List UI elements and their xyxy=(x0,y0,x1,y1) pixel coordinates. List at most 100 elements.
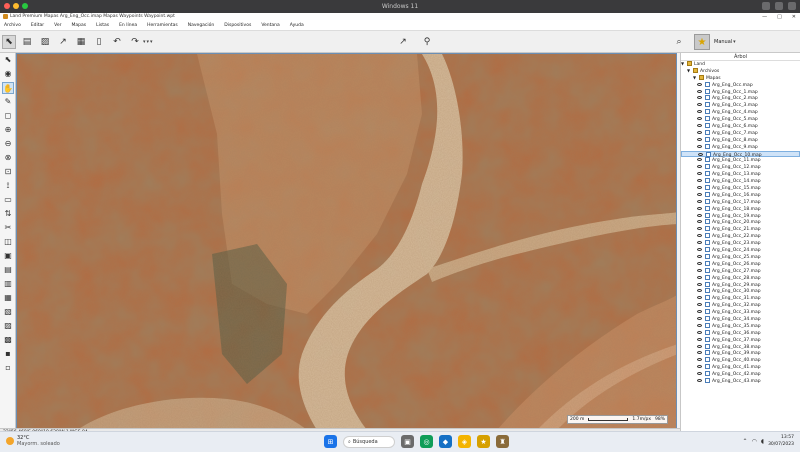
menu-item-herramientas[interactable]: Herramientas xyxy=(147,23,178,28)
eye-icon[interactable] xyxy=(697,179,702,183)
eye-icon[interactable] xyxy=(697,82,702,86)
eye-icon[interactable] xyxy=(697,316,702,320)
eye-icon[interactable] xyxy=(697,303,702,307)
navigate-icon[interactable]: ↗ xyxy=(396,35,410,49)
eye-icon[interactable] xyxy=(697,296,702,300)
eye-icon[interactable] xyxy=(697,234,702,238)
eye-icon[interactable] xyxy=(697,213,702,217)
vm-share-icon[interactable] xyxy=(762,2,770,10)
eye-icon[interactable] xyxy=(697,310,702,314)
tree-map-item[interactable]: Arg_Eng_Occ_31.map xyxy=(681,295,800,302)
eye-icon[interactable] xyxy=(697,130,702,134)
vm-settings-icon[interactable] xyxy=(775,2,783,10)
tree-map-item[interactable]: Arg_Eng_Occ_37.map xyxy=(681,336,800,344)
menu-item-listas[interactable]: Listas xyxy=(96,23,109,28)
tree-mapas[interactable]: ▼ Mapas xyxy=(681,74,800,82)
eye-icon[interactable] xyxy=(697,220,702,224)
tree-map-item[interactable]: Arg_Eng_Occ_43.map xyxy=(681,377,800,385)
maximize-button[interactable]: □ xyxy=(777,13,782,21)
zoom-dot[interactable] xyxy=(22,3,28,9)
eye-icon[interactable] xyxy=(697,89,702,93)
eye-icon[interactable] xyxy=(697,117,702,121)
eye-icon[interactable] xyxy=(698,152,703,156)
left-tool-8-icon[interactable]: ⊡ xyxy=(2,166,14,178)
left-tool-10-icon[interactable]: ▭ xyxy=(2,194,14,206)
eye-icon[interactable] xyxy=(697,158,702,162)
tree-map-item[interactable]: Arg_Eng_Occ_1.map xyxy=(681,88,800,96)
eye-icon[interactable] xyxy=(697,137,702,141)
tree-map-item[interactable]: Arg_Eng_Occ_36.map xyxy=(681,329,800,337)
tree-map-item[interactable]: Arg_Eng_Occ_39.map xyxy=(681,350,800,357)
tree-map-item[interactable]: Arg_Eng_Occ_19.map xyxy=(681,212,800,220)
tree-map-item[interactable]: Arg_Eng_Occ_13.map xyxy=(681,171,800,178)
tree-map-item[interactable]: Arg_Eng_Occ_30.map xyxy=(681,288,800,295)
tree-map-item[interactable]: Arg_Eng_Occ_24.map xyxy=(681,247,800,254)
taskbar-app-1-icon[interactable]: ▣ xyxy=(401,435,414,448)
left-tool-15-icon[interactable]: ▤ xyxy=(2,264,14,276)
taskbar-app-2-icon[interactable]: ◎ xyxy=(420,435,433,448)
left-tool-9-icon[interactable]: ⟟ xyxy=(2,180,14,192)
tree-map-item[interactable]: Arg_Eng_Occ_2.map xyxy=(681,95,800,102)
wifi-icon[interactable]: ◠ xyxy=(752,438,757,445)
eye-icon[interactable] xyxy=(697,124,702,128)
eye-icon[interactable] xyxy=(697,186,702,190)
tree-map-item[interactable]: Arg_Eng_Occ_29.map xyxy=(681,281,800,289)
eye-icon[interactable] xyxy=(697,282,702,286)
tree-map-item[interactable]: Arg_Eng_Occ_16.map xyxy=(681,191,800,199)
taskbar-app-3-icon[interactable]: ◆ xyxy=(439,435,452,448)
tree-map-item[interactable]: Arg_Eng_Occ_25.map xyxy=(681,253,800,261)
tree-map-item[interactable]: Arg_Eng_Occ_32.map xyxy=(681,302,800,309)
close-button[interactable]: ✕ xyxy=(792,13,796,21)
taskbar-app-5-icon[interactable]: ★ xyxy=(477,435,490,448)
left-tool-18-icon[interactable]: ▧ xyxy=(2,306,14,318)
left-tool-19-icon[interactable]: ▨ xyxy=(2,320,14,332)
eye-icon[interactable] xyxy=(697,192,702,196)
menu-item-navegación[interactable]: Navegación xyxy=(188,23,215,28)
battery-icon[interactable]: ▯ xyxy=(92,35,106,49)
tree-map-item[interactable]: Arg_Eng_Occ_38.map xyxy=(681,343,800,351)
eye-icon[interactable] xyxy=(697,372,702,376)
tree-map-item[interactable]: Arg_Eng_Occ.map xyxy=(681,81,800,89)
route-icon[interactable]: ↗ xyxy=(56,35,70,49)
eye-icon[interactable] xyxy=(697,199,702,203)
left-tool-20-icon[interactable]: ▩ xyxy=(2,334,14,346)
menu-item-dispositivos[interactable]: Dispositivos xyxy=(224,23,251,28)
eye-icon[interactable] xyxy=(697,289,702,293)
chevron-down-icon[interactable]: ▾ xyxy=(143,39,146,45)
tree-map-item[interactable]: Arg_Eng_Occ_20.map xyxy=(681,219,800,226)
tree-map-item[interactable]: Arg_Eng_Occ_42.map xyxy=(681,371,800,378)
tree-map-item[interactable]: Arg_Eng_Occ_23.map xyxy=(681,240,800,247)
left-tool-21-icon[interactable]: ▪ xyxy=(2,348,14,360)
taskbar-app-4-icon[interactable]: ◈ xyxy=(458,435,471,448)
tree-map-item[interactable]: Arg_Eng_Occ_41.map xyxy=(681,364,800,371)
eye-icon[interactable] xyxy=(697,330,702,334)
tree-map-item[interactable]: Arg_Eng_Occ_4.map xyxy=(681,109,800,116)
eye-icon[interactable] xyxy=(697,254,702,258)
undo-icon[interactable]: ↶ xyxy=(110,35,124,49)
left-tool-5-icon[interactable]: ⊕ xyxy=(2,124,14,136)
eye-icon[interactable] xyxy=(697,337,702,341)
tree-map-item[interactable]: Arg_Eng_Occ_12.map xyxy=(681,164,800,171)
left-tool-13-icon[interactable]: ◫ xyxy=(2,236,14,248)
eye-icon[interactable] xyxy=(697,144,702,148)
menu-item-editar[interactable]: Editar xyxy=(31,23,44,28)
mode-select[interactable]: Manual xyxy=(714,39,732,45)
left-tool-3-icon[interactable]: ✎ xyxy=(2,96,14,108)
chevron-down-icon[interactable]: ▾ xyxy=(733,39,736,45)
tree-map-item[interactable]: Arg_Eng_Occ_3.map xyxy=(681,102,800,109)
map-icon[interactable]: ▦ xyxy=(74,35,88,49)
eye-icon[interactable] xyxy=(697,323,702,327)
tree-map-item[interactable]: Arg_Eng_Occ_15.map xyxy=(681,185,800,192)
eye-icon[interactable] xyxy=(697,241,702,245)
left-tool-11-icon[interactable]: ⇅ xyxy=(2,208,14,220)
left-tool-0-icon[interactable]: ⬉ xyxy=(2,54,14,66)
left-tool-6-icon[interactable]: ⊖ xyxy=(2,138,14,150)
left-tool-12-icon[interactable]: ✂ xyxy=(2,222,14,234)
menu-item-ayuda[interactable]: Ayuda xyxy=(290,23,304,28)
left-tool-17-icon[interactable]: ▦ xyxy=(2,292,14,304)
cursor-icon[interactable]: ⬉ xyxy=(2,34,16,49)
tree-map-item[interactable]: Arg_Eng_Occ_26.map xyxy=(681,260,800,268)
left-tool-14-icon[interactable]: ▣ xyxy=(2,250,14,262)
gps-icon[interactable]: ⚲ xyxy=(420,35,434,49)
left-tool-4-icon[interactable]: ◻ xyxy=(2,110,14,122)
